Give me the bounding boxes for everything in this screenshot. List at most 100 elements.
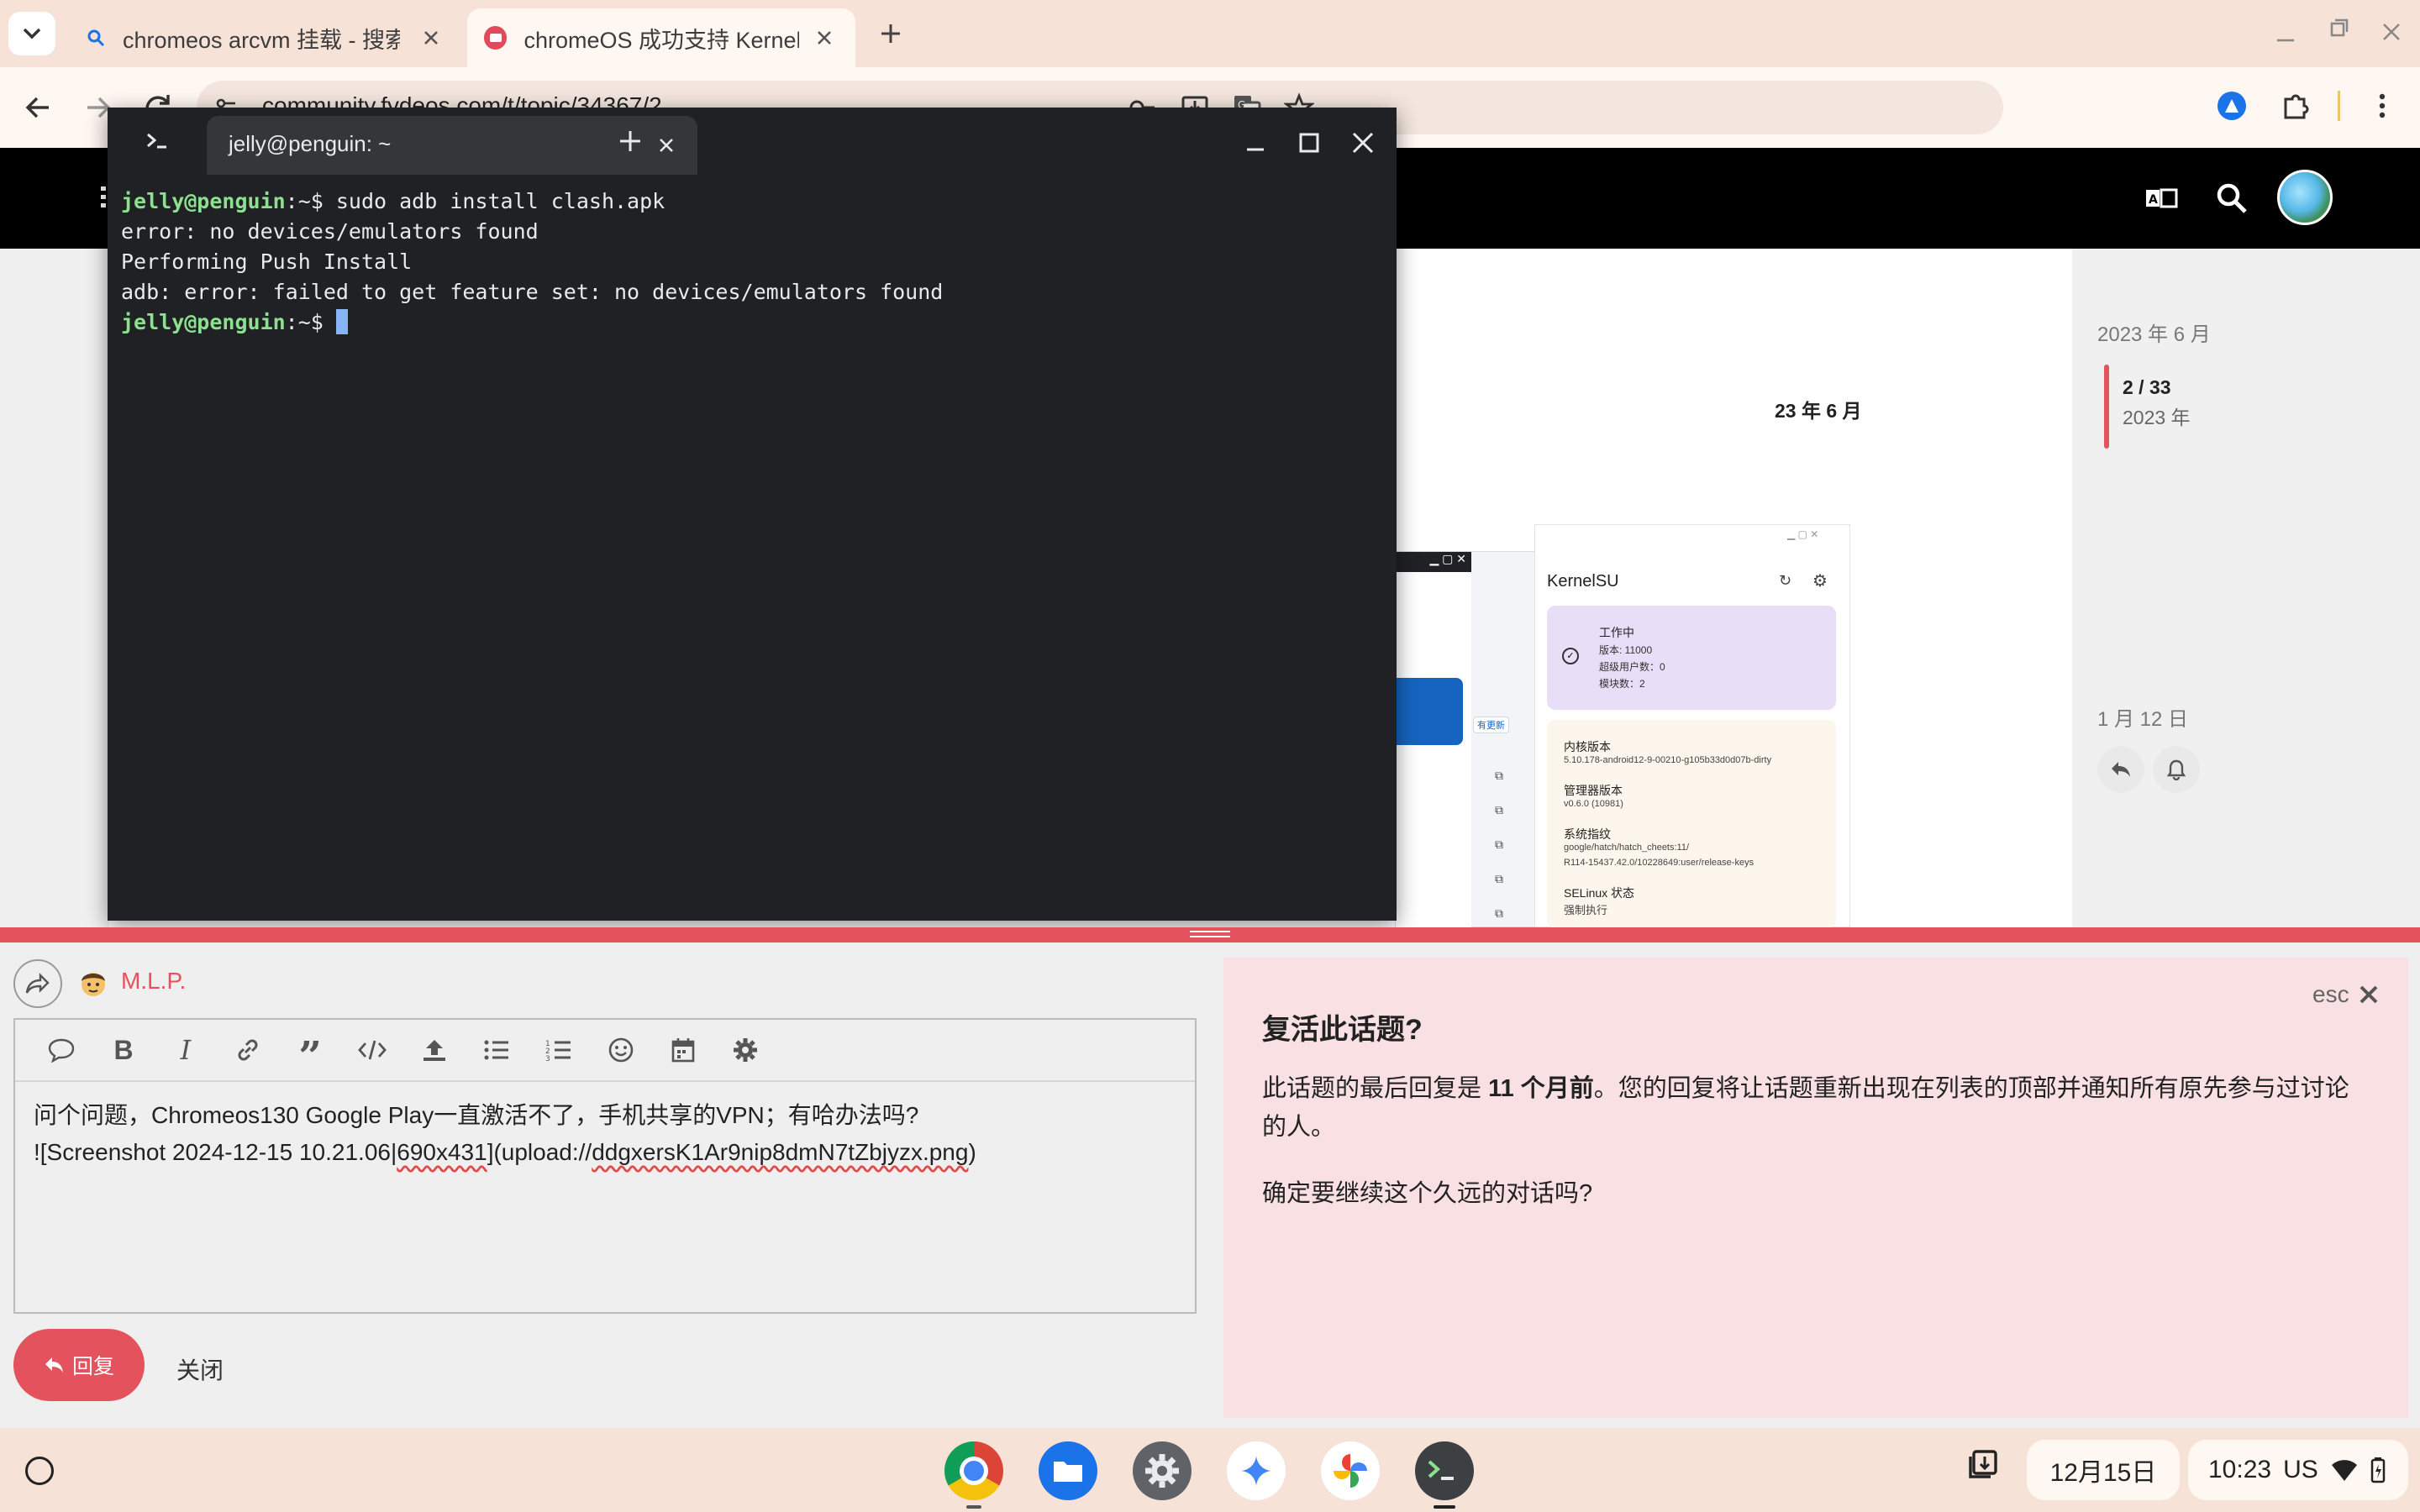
timeline-start[interactable]: 2023 年 6 月 bbox=[2097, 318, 2211, 347]
esc-label: esc bbox=[2312, 981, 2349, 1007]
close-icon[interactable] bbox=[417, 24, 445, 52]
window-restore-button[interactable] bbox=[2323, 12, 2356, 45]
shelf-date[interactable]: 12月15日 bbox=[2027, 1440, 2180, 1500]
command-text bbox=[324, 310, 336, 334]
settings-app-icon[interactable] bbox=[1133, 1441, 1192, 1500]
gear-icon[interactable] bbox=[714, 1019, 776, 1081]
close-icon bbox=[2383, 24, 2400, 40]
arrow-left-icon bbox=[25, 97, 49, 118]
upload-icon[interactable] bbox=[403, 1019, 466, 1081]
composer-resize-bar[interactable] bbox=[0, 927, 2420, 942]
terminal-tab-title: jelly@penguin: ~ bbox=[229, 131, 392, 156]
numbered-list-icon[interactable]: 123 bbox=[528, 1019, 590, 1081]
close-icon bbox=[1352, 132, 1374, 154]
launcher-button[interactable] bbox=[25, 1457, 54, 1485]
wifi-icon bbox=[2331, 1460, 2357, 1481]
search-icon[interactable] bbox=[2213, 180, 2250, 217]
status-area[interactable]: 10:23 US bbox=[2188, 1440, 2408, 1500]
revive-topic-dialog: esc 复活此话题? 此话题的最后回复是 11 个月前。您的回复将让话题重新出现… bbox=[1223, 958, 2408, 1418]
grippie-icon[interactable] bbox=[1190, 931, 1230, 937]
toolbar-divider bbox=[2338, 91, 2340, 121]
timeline-end[interactable]: 1 月 12 日 bbox=[2097, 702, 2188, 732]
kernelsu-status-card: ✓ 工作中 版本: 11000 超级用户数：0 模块数：2 bbox=[1547, 606, 1836, 710]
new-tab-button[interactable] bbox=[874, 17, 908, 50]
editor-text[interactable]: 问个问题，Chromeos130 Google Play一直激活不了，手机共享的… bbox=[34, 1097, 1176, 1171]
code-icon[interactable] bbox=[341, 1019, 403, 1081]
dialog-body-text: 此话题的最后回复是 bbox=[1262, 1075, 1489, 1102]
calendar-icon[interactable] bbox=[652, 1019, 714, 1081]
gemini-app-icon[interactable] bbox=[1227, 1441, 1286, 1500]
extensions-icon[interactable] bbox=[2279, 89, 2312, 123]
photos-app-icon[interactable] bbox=[1321, 1441, 1380, 1500]
svg-text:A: A bbox=[2149, 193, 2158, 207]
minimize-icon bbox=[1247, 148, 1264, 151]
terminal-line: jelly@penguin:~$ bbox=[121, 307, 1383, 338]
browser-menu-icon[interactable] bbox=[2370, 89, 2395, 123]
kernelsu-status: 工作中 bbox=[1599, 626, 1634, 639]
dialog-question: 确定要继续这个久远的对话吗? bbox=[1262, 1180, 1593, 1207]
emoji-icon[interactable] bbox=[590, 1019, 652, 1081]
terminal-line: Performing Push Install bbox=[121, 249, 413, 274]
dialog-dismiss[interactable]: esc bbox=[2312, 981, 2380, 1008]
timeline-position-date: 2023 年 bbox=[2123, 407, 2191, 428]
link-icon[interactable] bbox=[217, 1019, 279, 1081]
terminal-new-tab-button[interactable] bbox=[615, 126, 645, 156]
files-app-icon[interactable] bbox=[1039, 1441, 1097, 1500]
timeline-scroller[interactable] bbox=[2104, 365, 2109, 449]
embedded-window-controls: ▁ ▢ ✕ bbox=[1429, 552, 1466, 565]
terminal-close-button[interactable] bbox=[1346, 126, 1380, 160]
terminal-output[interactable]: jelly@penguin:~$ sudo adb install clash.… bbox=[108, 175, 1397, 921]
bullet-list-icon[interactable] bbox=[466, 1019, 528, 1081]
terminal-line: adb: error: failed to get feature set: n… bbox=[121, 280, 944, 304]
tab-search-button[interactable] bbox=[8, 12, 55, 55]
editor-line-2-part: ddgxersK1Ar9nip8dmN7tZbjyzx.png bbox=[592, 1139, 969, 1165]
reply-button[interactable]: 回复 bbox=[13, 1329, 145, 1401]
timeline-reply-button[interactable] bbox=[2097, 746, 2144, 793]
terminal-line: error: no devices/emulators found bbox=[121, 219, 539, 244]
manager-label: 管理器版本 bbox=[1564, 784, 1623, 797]
bold-icon[interactable]: B bbox=[92, 1019, 155, 1081]
italic-icon[interactable]: I bbox=[155, 1019, 217, 1081]
blockquote-icon[interactable]: ” bbox=[279, 1019, 341, 1081]
kernelsu-modules: 模块数：2 bbox=[1599, 678, 1645, 690]
close-icon[interactable] bbox=[811, 24, 839, 52]
translate-site-icon[interactable]: A bbox=[2143, 180, 2180, 217]
reply-editor[interactable]: B I ” 123 问个问题，Chromeos130 Google Play一直… bbox=[13, 1018, 1197, 1314]
profile-sync-icon[interactable] bbox=[2215, 89, 2249, 123]
browser-tab-active[interactable]: chromeOS 成功支持 KernelSU bbox=[467, 8, 855, 67]
reply-action-button[interactable] bbox=[13, 959, 62, 1008]
topic-timeline: 2023 年 6 月 2 / 33 2023 年 1 月 12 日 bbox=[2092, 311, 2344, 781]
holding-space-button[interactable] bbox=[1963, 1443, 2005, 1485]
editor-line-2-part: ![Screenshot 2024-12-15 10.21.06| bbox=[34, 1139, 397, 1165]
plus-icon bbox=[881, 24, 900, 43]
close-composer-link[interactable]: 关闭 bbox=[176, 1352, 224, 1386]
holding-space-icon bbox=[1969, 1450, 1997, 1478]
tab-title: chromeos arcvm 挂载 - 搜索 bbox=[123, 27, 400, 53]
terminal-cursor bbox=[335, 309, 348, 334]
editor-line-1: 问个问题，Chromeos130 Google Play一直激活不了，手机共享的… bbox=[34, 1102, 919, 1128]
editor-line-2-part: ) bbox=[968, 1139, 976, 1165]
clock-text: 10:23 bbox=[2208, 1456, 2272, 1483]
window-close-button[interactable] bbox=[2375, 15, 2408, 49]
selinux-label: SELinux 状态 bbox=[1564, 886, 1635, 900]
terminal-maximize-button[interactable] bbox=[1292, 126, 1326, 160]
quote-bubble-icon[interactable] bbox=[30, 1019, 92, 1081]
terminal-window[interactable]: jelly@penguin: ~ jelly@penguin:~$ sudo a… bbox=[108, 108, 1397, 921]
browser-tab-search[interactable]: chromeos arcvm 挂载 - 搜索 bbox=[69, 8, 464, 67]
timeline-notify-button[interactable] bbox=[2153, 746, 2200, 793]
close-icon[interactable] bbox=[654, 133, 679, 158]
back-button[interactable] bbox=[18, 87, 59, 128]
chrome-app-icon[interactable] bbox=[944, 1441, 1003, 1500]
terminal-app-icon[interactable] bbox=[1415, 1441, 1474, 1500]
post-date: 23 年 6 月 bbox=[1775, 400, 1862, 422]
window-minimize-button[interactable] bbox=[2269, 18, 2302, 52]
user-avatar[interactable] bbox=[2277, 170, 2333, 225]
kernelsu-superusers: 超级用户数：0 bbox=[1599, 661, 1665, 673]
reply-username[interactable]: M.L.P. bbox=[121, 968, 186, 995]
terminal-minimize-button[interactable] bbox=[1239, 126, 1272, 160]
editor-line-2: ![Screenshot 2024-12-15 10.21.06|690x431… bbox=[34, 1134, 1176, 1171]
plus-icon bbox=[620, 131, 640, 151]
browser-tab-strip: chromeos arcvm 挂载 - 搜索 chromeOS 成功支持 Ker… bbox=[0, 0, 2420, 67]
refresh-icon: ↻ bbox=[1779, 572, 1792, 589]
kernelsu-version: 版本: 11000 bbox=[1599, 644, 1653, 656]
